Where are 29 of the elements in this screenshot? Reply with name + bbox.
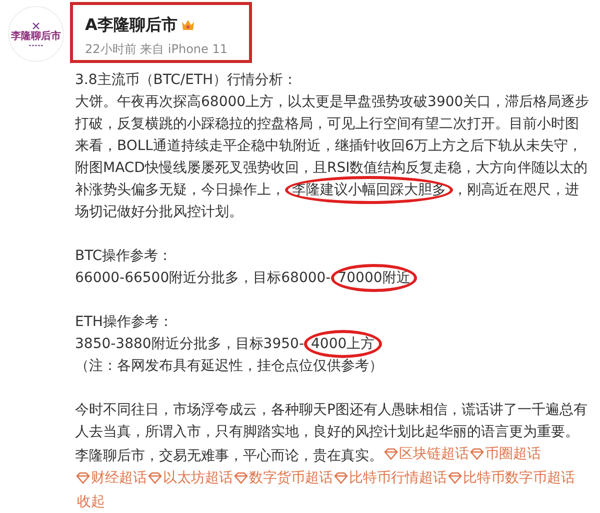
- diamond-icon: [470, 448, 484, 460]
- crown-icon: [181, 18, 196, 32]
- post-meta: 22小时前 来自 iPhone 11: [85, 41, 228, 58]
- cross-icon: [32, 22, 40, 30]
- avatar-text: 李隆聊后市: [11, 30, 61, 44]
- topic-link[interactable]: 比特币行情超话: [333, 467, 447, 489]
- post-paragraph: 3.8主流币（BTC/ETH）行情分析：: [75, 71, 298, 90]
- diamond-icon: [234, 472, 248, 484]
- avatar[interactable]: 李隆聊后市: [8, 6, 64, 62]
- diamond-icon: [76, 472, 90, 484]
- collapse-link[interactable]: 收起: [77, 494, 105, 510]
- topic-link[interactable]: 币圈超话: [469, 443, 541, 465]
- post-paragraph: ETH操作参考：: [75, 313, 174, 332]
- diamond-icon: [334, 472, 348, 484]
- diamond-icon: [384, 448, 398, 460]
- diamond-icon: [148, 472, 162, 484]
- account-name[interactable]: A李隆聊后市: [85, 13, 178, 37]
- topic-link[interactable]: 区块链超话: [383, 443, 469, 465]
- post-paragraph: BTC操作参考：: [75, 247, 174, 266]
- post-paragraph: （注：各网发布具有延迟性，挂仓点位仅供参考）: [75, 357, 384, 376]
- topic-link[interactable]: 财经超话: [75, 467, 147, 489]
- post-paragraph: 3850-3880附近分批多，目标3950- 4000上方: [75, 333, 590, 355]
- topic-link[interactable]: 数字货币超话: [233, 467, 333, 489]
- post-paragraph: 今时不同往日，市场浮夸成云，各种聊天P图还有人愚昧相信，谎话讲了一千遍总有人去当真，所谓入市，只有脚踏实地，良好的风控计划比起华丽的语言更为重要。李隆聊后市，交易无难事，平心而论，贵在真实。 区块链超话 币圈超话 财经超话 以太坊超话 数字货币超话 比特币行情超话 比特币数字币超话: [75, 399, 590, 491]
- dots-icon: [29, 44, 43, 46]
- topic-link[interactable]: 以太坊超话: [147, 467, 233, 489]
- diamond-icon: [448, 472, 462, 484]
- topic-link[interactable]: 比特币数字币超话: [447, 467, 575, 489]
- post-paragraph: 66000-66500附近分批多，目标68000- 70000附近: [75, 267, 590, 289]
